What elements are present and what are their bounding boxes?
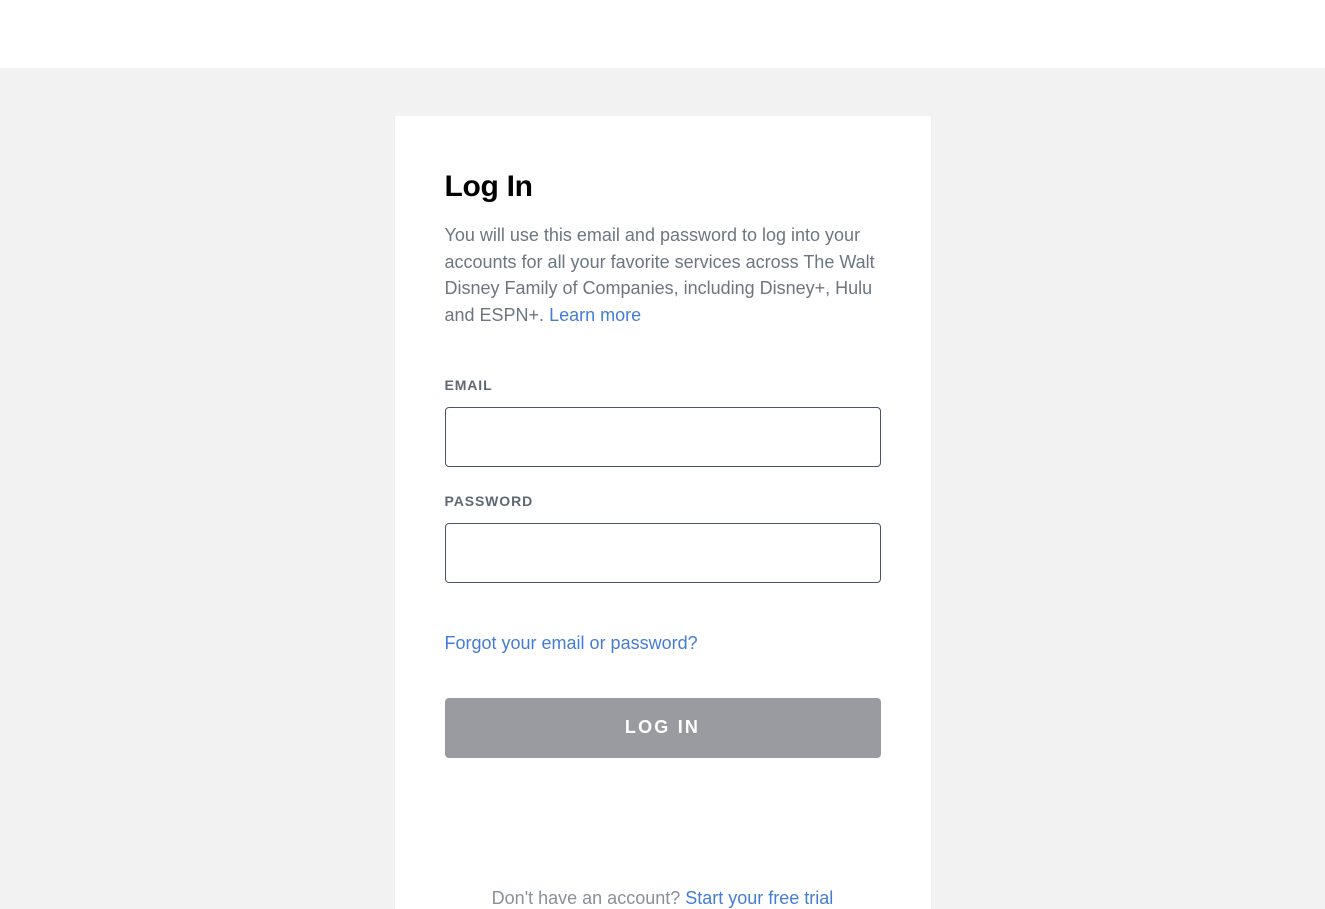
- login-description: You will use this email and password to …: [445, 222, 881, 329]
- login-button[interactable]: LOG IN: [445, 698, 881, 758]
- email-label: EMAIL: [445, 377, 881, 393]
- password-input[interactable]: [445, 523, 881, 583]
- forgot-container: Forgot your email or password?: [445, 633, 881, 654]
- password-field-group: PASSWORD: [445, 493, 881, 583]
- page-body: Log In You will use this email and passw…: [0, 68, 1325, 909]
- email-field-group: EMAIL: [445, 377, 881, 467]
- learn-more-link[interactable]: Learn more: [549, 305, 641, 325]
- top-bar: [0, 0, 1325, 68]
- login-card: Log In You will use this email and passw…: [395, 116, 931, 909]
- password-label: PASSWORD: [445, 493, 881, 509]
- description-text: You will use this email and password to …: [445, 225, 875, 325]
- page-title: Log In: [445, 170, 881, 204]
- email-input[interactable]: [445, 407, 881, 467]
- signup-footer: Don't have an account? Start your free t…: [445, 888, 881, 909]
- forgot-link[interactable]: Forgot your email or password?: [445, 633, 698, 653]
